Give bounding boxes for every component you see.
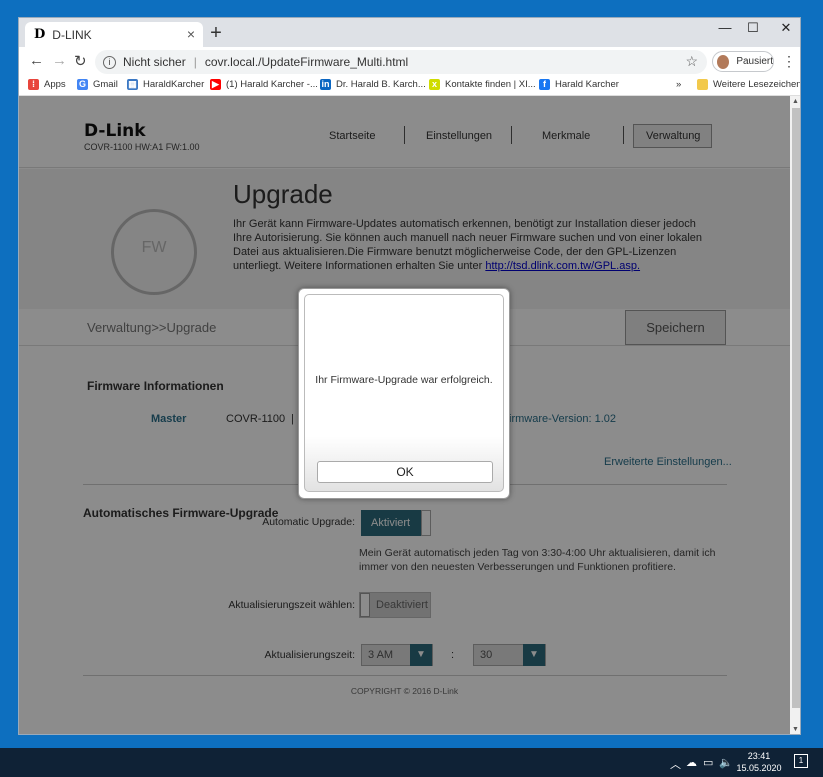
ok-button[interactable]: OK (317, 461, 493, 483)
tray-expand-icon[interactable]: ︿ (670, 756, 681, 772)
info-icon[interactable]: i (103, 55, 116, 69)
bookmark-label: Dr. Harald B. Karch... (336, 79, 426, 90)
volume-icon[interactable]: 🔈 (719, 756, 733, 769)
back-button[interactable]: ← (29, 52, 44, 69)
security-label: Nicht sicher (123, 55, 186, 69)
bookmark-youtube[interactable]: ▶ (1) Harald Karcher -... (210, 79, 318, 90)
bookmarks-overflow-button[interactable]: » (676, 79, 681, 90)
bookmark-haraldkarcher[interactable]: ▦ HaraldKarcher (127, 79, 204, 90)
bookmark-label: Apps (44, 79, 66, 90)
browser-menu-icon[interactable]: ⋮ (782, 53, 796, 70)
profile-label: Pausiert (736, 56, 773, 67)
bookmark-label: Kontakte finden | XI... (445, 79, 536, 90)
bookmark-gmail[interactable]: G Gmail (77, 79, 118, 90)
bookmark-linkedin[interactable]: in Dr. Harald B. Karch... (320, 79, 426, 90)
profile-button[interactable]: Pausiert (712, 51, 774, 72)
bookmark-label: HaraldKarcher (143, 79, 205, 90)
bookmark-apps[interactable]: ⁞ Apps (28, 79, 66, 90)
maximize-button[interactable]: ☐ (738, 20, 768, 36)
tab-close-icon[interactable]: × (187, 26, 195, 42)
bookmark-star-icon[interactable]: ☆ (685, 53, 698, 70)
close-window-button[interactable]: ✕ (771, 20, 800, 36)
youtube-icon: ▶ (210, 79, 221, 90)
reload-button[interactable]: ↻ (74, 52, 87, 70)
url-text: covr.local./UpdateFirmware_Multi.html (204, 55, 409, 69)
forward-button[interactable]: → (52, 52, 67, 69)
system-clock[interactable]: 23:41 15.05.2020 (734, 750, 784, 774)
calendar-icon: ▦ (127, 79, 138, 90)
bookmark-label: Gmail (93, 79, 118, 90)
bookmarks-bar: ⁞ Apps G Gmail ▦ HaraldKarcher ▶ (1) Harald … (19, 77, 800, 96)
tab-dlink[interactable]: D D-LINK × (25, 22, 203, 47)
browser-window: D D-LINK × + — ☐ ✕ ← → ↻ i Nicht sicher … (18, 17, 801, 735)
bookmark-label: Harald Karcher (555, 79, 619, 90)
notification-center-icon[interactable]: 1 (794, 754, 808, 768)
avatar (716, 53, 731, 70)
new-tab-button[interactable]: + (205, 22, 227, 45)
onedrive-cloud-icon[interactable]: ☁ (686, 756, 697, 769)
google-g-icon: G (77, 79, 88, 90)
dialog-body: Ihr Firmware-Upgrade war erfolgreich. OK (304, 294, 504, 492)
clock-date: 15.05.2020 (736, 763, 782, 773)
address-bar[interactable]: i Nicht sicher | covr.local./UpdateFirmw… (95, 50, 707, 74)
bookmark-facebook[interactable]: f Harald Karcher (539, 79, 619, 90)
scroll-down-icon[interactable]: ▼ (792, 726, 799, 733)
tab-strip: D D-LINK × + — ☐ ✕ (19, 18, 800, 47)
folder-icon (697, 79, 708, 90)
minimize-button[interactable]: — (710, 20, 740, 35)
windows-taskbar: ︿ ☁ ▭ 🔈 23:41 15.05.2020 1 (0, 748, 823, 777)
bookmark-xing[interactable]: x Kontakte finden | XI... (429, 79, 536, 90)
page-scrollbar[interactable]: ▲ ▼ (790, 96, 800, 734)
tab-title: D-LINK (52, 27, 92, 42)
bookmark-label: (1) Harald Karcher -... (226, 79, 318, 90)
linkedin-icon: in (320, 79, 331, 90)
clock-time: 23:41 (747, 751, 771, 761)
upgrade-success-dialog: Ihr Firmware-Upgrade war erfolgreich. OK (298, 288, 510, 499)
scroll-up-icon[interactable]: ▲ (792, 98, 799, 105)
dialog-message: Ihr Firmware-Upgrade war erfolgreich. (315, 374, 493, 386)
apps-grid-icon: ⁞ (28, 79, 39, 90)
bookmark-label: Weitere Lesezeichen (713, 79, 801, 90)
browser-toolbar: ← → ↻ i Nicht sicher | covr.local./Updat… (19, 47, 800, 77)
url-separator: | (193, 55, 197, 69)
facebook-icon: f (539, 79, 550, 90)
scrollbar-thumb[interactable] (792, 108, 800, 708)
network-icon[interactable]: ▭ (703, 756, 713, 769)
page-viewport: D-Link COVR-1100 HW:A1 FW:1.00 Startseit… (19, 96, 790, 734)
dlink-favicon-icon: D (34, 27, 46, 42)
xing-icon: x (429, 79, 440, 90)
bookmark-other[interactable]: Weitere Lesezeichen (697, 79, 801, 90)
